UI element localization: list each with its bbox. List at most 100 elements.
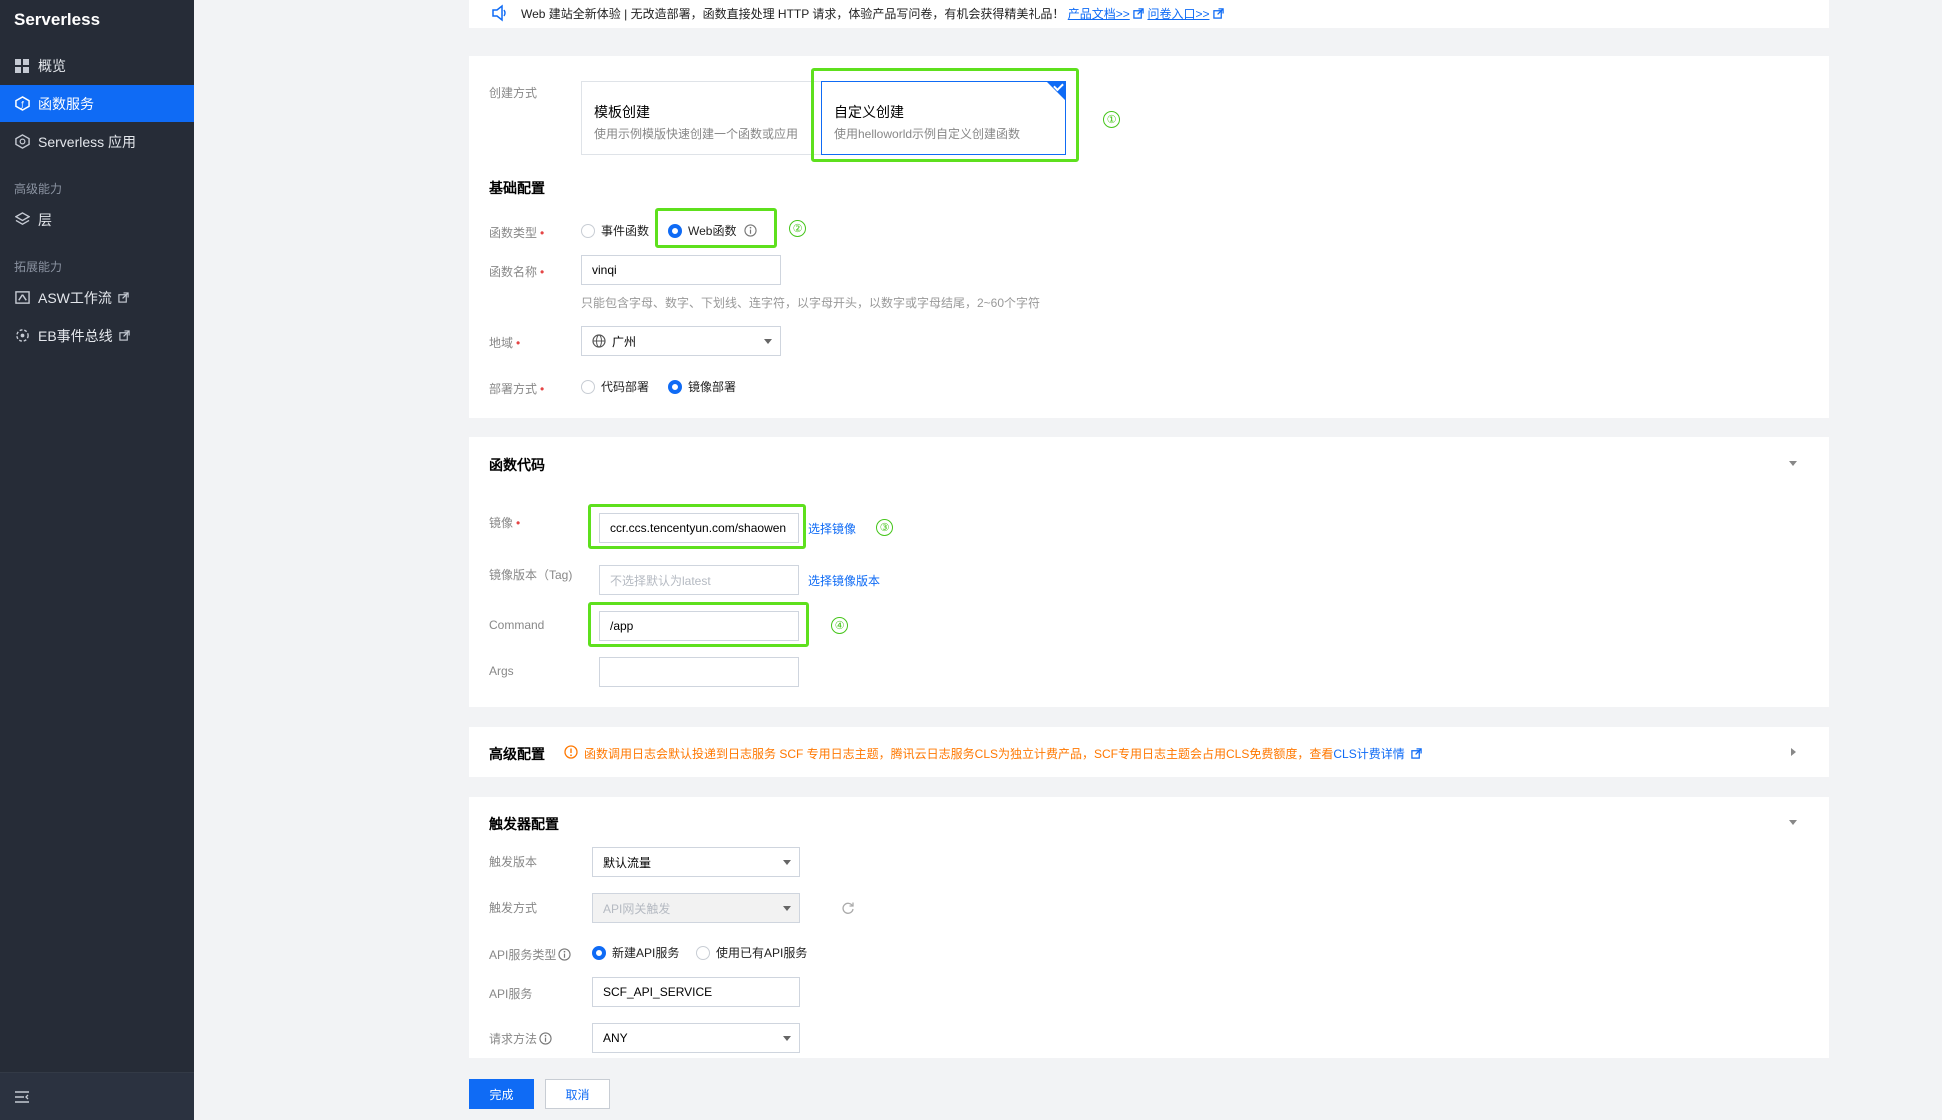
args-label: Args bbox=[489, 664, 514, 678]
select-image-version-link[interactable]: 选择镜像版本 bbox=[808, 572, 880, 589]
eventbus-icon bbox=[14, 328, 30, 344]
refresh-icon[interactable] bbox=[841, 901, 855, 918]
radio-label: 使用已有API服务 bbox=[716, 946, 808, 960]
collapse-toggle-icon[interactable] bbox=[1789, 461, 1797, 466]
trigger-version-label: 触发版本 bbox=[489, 855, 538, 869]
expand-toggle-icon[interactable] bbox=[1791, 748, 1796, 756]
args-input[interactable] bbox=[599, 657, 799, 687]
trigger-method-label: 触发方式 bbox=[489, 901, 538, 915]
required-mark: • bbox=[516, 516, 521, 530]
radio-dot bbox=[581, 223, 595, 238]
label-text: 部署方式 bbox=[489, 382, 538, 396]
trigger-config-card: 触发器配置 触发版本 默认流量 触发方式 API网关触发 API服务类型 新建A… bbox=[469, 797, 1829, 1058]
advanced-config-card[interactable]: 高级配置 函数调用日志会默认投递到日志服务 SCF 专用日志主题，腾讯云日志服务… bbox=[469, 727, 1829, 777]
deploy-code-radio[interactable]: 代码部署 bbox=[581, 378, 649, 395]
label-text: 函数类型 bbox=[489, 226, 538, 240]
cancel-button[interactable]: 取消 bbox=[545, 1079, 610, 1109]
label-text: 地域 bbox=[489, 336, 514, 350]
api-type-existing-radio[interactable]: 使用已有API服务 bbox=[696, 944, 807, 961]
sidebar-item-label: 函数服务 bbox=[38, 95, 94, 112]
sidebar-item-label: 层 bbox=[38, 211, 52, 228]
external-link-icon bbox=[1213, 8, 1224, 22]
image-tag-input[interactable]: 不选择默认为latest bbox=[599, 565, 799, 595]
function-code-card: 函数代码 镜像 • ccr.ccs.tencentyun.com/shaowen … bbox=[469, 437, 1829, 707]
required-mark: • bbox=[516, 336, 521, 350]
select-value: ANY bbox=[603, 1031, 628, 1045]
sidebar-item-layer[interactable]: 层 bbox=[0, 201, 194, 238]
advanced-config-title: 高级配置 bbox=[489, 746, 545, 762]
label-text: 请求方法 bbox=[489, 1032, 538, 1046]
step-marker-1: ① bbox=[1103, 111, 1120, 128]
trigger-config-title: 触发器配置 bbox=[489, 816, 559, 832]
info-icon[interactable] bbox=[558, 948, 571, 961]
radio-dot bbox=[696, 945, 710, 960]
sidebar-item-serverless-app[interactable]: Serverless 应用 bbox=[0, 123, 194, 160]
select-value: 默认流量 bbox=[603, 855, 652, 870]
sidebar-item-overview[interactable]: 概览 bbox=[0, 47, 194, 84]
trigger-version-select[interactable]: 默认流量 bbox=[592, 847, 800, 877]
label-text: API服务类型 bbox=[489, 948, 557, 962]
notice-message: Web 建站全新体验 | 无改造部署，函数直接处理 HTTP 请求，体验产品写问… bbox=[521, 7, 1065, 21]
sidebar-item-label: 概览 bbox=[38, 57, 66, 74]
step-marker-2: ② bbox=[789, 220, 806, 237]
product-docs-link[interactable]: 产品文档>> bbox=[1068, 7, 1130, 21]
info-icon[interactable] bbox=[539, 1032, 552, 1045]
template-create-option[interactable]: 模板创建 使用示例模版快速创建一个函数或应用 bbox=[581, 81, 826, 155]
radio-label: 镜像部署 bbox=[688, 380, 737, 394]
option-desc: 使用示例模版快速创建一个函数或应用 bbox=[594, 127, 799, 141]
request-method-select[interactable]: ANY bbox=[592, 1023, 800, 1053]
radio-label: 新建API服务 bbox=[612, 946, 680, 960]
deploy-image-radio[interactable]: 镜像部署 bbox=[668, 378, 736, 395]
required-mark: • bbox=[540, 382, 545, 396]
type-event-radio[interactable]: 事件函数 bbox=[581, 222, 649, 239]
required-mark: • bbox=[540, 226, 545, 240]
log-warning-text: 函数调用日志会默认投递到日志服务 SCF 专用日志主题，腾讯云日志服务CLS为独… bbox=[584, 745, 1422, 762]
trigger-method-select: API网关触发 bbox=[592, 893, 800, 923]
highlight-box-1 bbox=[811, 68, 1079, 162]
survey-link[interactable]: 问卷入口>> bbox=[1147, 7, 1209, 21]
external-link-icon bbox=[118, 291, 130, 304]
external-link-icon bbox=[1133, 8, 1144, 22]
function-type-label: 函数类型 • bbox=[489, 224, 544, 241]
required-mark: • bbox=[540, 265, 545, 279]
select-value: API网关触发 bbox=[603, 901, 671, 916]
function-name-label: 函数名称 • bbox=[489, 263, 544, 280]
sidebar-item-eb[interactable]: EB事件总线 bbox=[0, 317, 194, 354]
chevron-down-icon bbox=[783, 1036, 791, 1041]
done-button[interactable]: 完成 bbox=[469, 1079, 534, 1109]
api-type-new-radio[interactable]: 新建API服务 bbox=[592, 944, 679, 961]
select-image-link[interactable]: 选择镜像 bbox=[808, 520, 856, 537]
external-link-icon bbox=[119, 329, 131, 342]
brand-title: Serverless bbox=[14, 10, 101, 29]
radio-label: 事件函数 bbox=[601, 224, 650, 238]
region-value: 广州 bbox=[612, 334, 637, 349]
svg-text:ƒ: ƒ bbox=[20, 100, 24, 109]
region-select[interactable]: 广州 bbox=[581, 326, 781, 356]
sidebar: Serverless 概览 ƒ 函数服务 Serverless 应用 高级能力 … bbox=[0, 0, 194, 1120]
collapse-menu-icon[interactable] bbox=[14, 1089, 30, 1105]
collapse-toggle-icon[interactable] bbox=[1789, 820, 1797, 825]
external-link-icon bbox=[1411, 748, 1422, 762]
warning-icon bbox=[564, 745, 578, 762]
sidebar-item-functions[interactable]: ƒ 函数服务 bbox=[0, 85, 194, 122]
api-service-label: API服务 bbox=[489, 987, 533, 1001]
cls-billing-link[interactable]: CLS计费详情 bbox=[1333, 747, 1404, 761]
chevron-down-icon bbox=[783, 906, 791, 911]
sidebar-item-label: ASW工作流 bbox=[38, 289, 112, 306]
warning-message: 函数调用日志会默认投递到日志服务 SCF 专用日志主题，腾讯云日志服务CLS为独… bbox=[584, 747, 1334, 761]
sidebar-item-label: EB事件总线 bbox=[38, 327, 113, 344]
function-name-input[interactable]: vinqi bbox=[581, 255, 781, 285]
highlight-box-3 bbox=[588, 504, 806, 549]
nav-group-extend: 拓展能力 bbox=[14, 260, 63, 274]
basic-config-card: 创建方式 模板创建 使用示例模版快速创建一个函数或应用 自定义创建 使用hell… bbox=[469, 56, 1829, 418]
image-label: 镜像 • bbox=[489, 514, 520, 531]
label-text: 函数名称 bbox=[489, 265, 538, 279]
label-text: 镜像 bbox=[489, 516, 514, 530]
api-service-input[interactable]: SCF_API_SERVICE bbox=[592, 977, 800, 1007]
layers-icon bbox=[14, 212, 30, 228]
create-method-label: 创建方式 bbox=[489, 86, 538, 100]
workflow-icon bbox=[14, 290, 30, 306]
deploy-method-label: 部署方式 • bbox=[489, 380, 544, 397]
radio-dot bbox=[668, 379, 682, 394]
sidebar-item-asw[interactable]: ASW工作流 bbox=[0, 279, 194, 316]
